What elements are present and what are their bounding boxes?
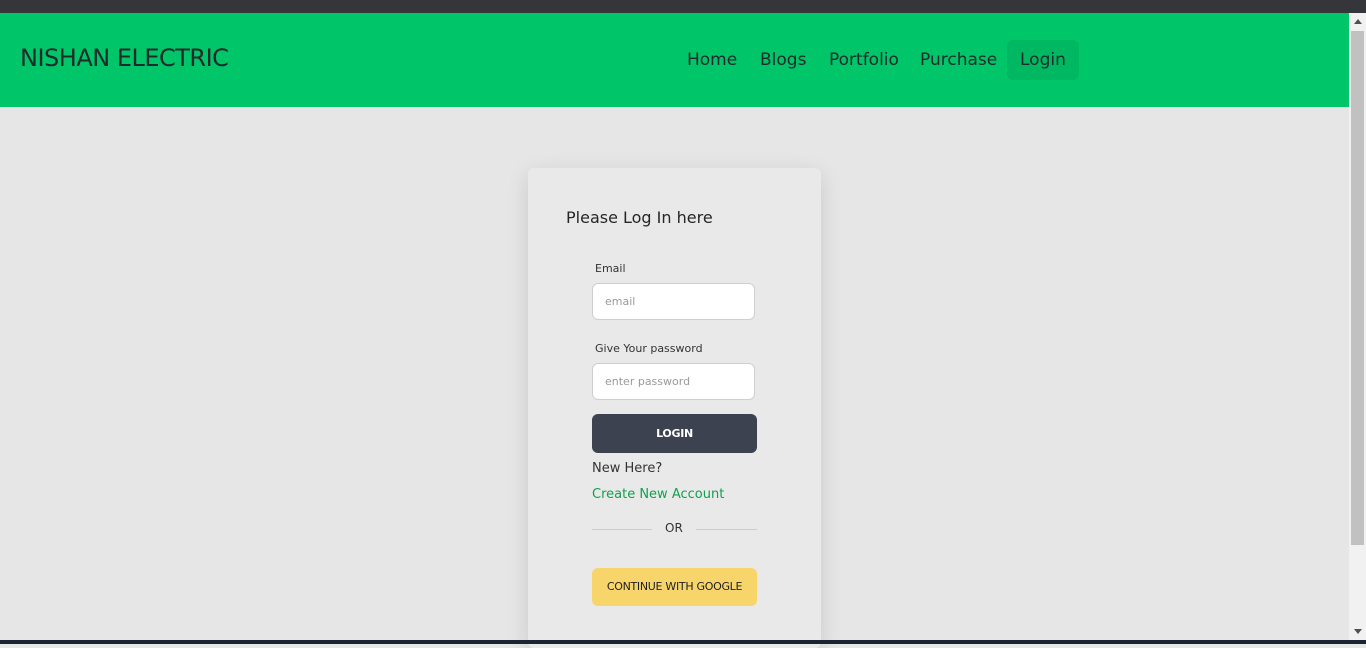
scrollbar-thumb[interactable]	[1351, 31, 1364, 545]
top-navbar: NISHAN ELECTRIC Home Blogs Portfolio Pur…	[0, 13, 1349, 107]
nav-link-home[interactable]: Home	[674, 40, 750, 80]
scroll-up-icon[interactable]	[1354, 19, 1362, 24]
or-divider: OR	[592, 520, 757, 538]
or-divider-text: OR	[665, 521, 683, 535]
password-field[interactable]	[592, 363, 755, 400]
login-card-title: Please Log In here	[566, 208, 713, 227]
new-here-text: New Here?	[592, 461, 663, 476]
divider-line-right	[696, 529, 757, 530]
login-button[interactable]: LOGIN	[592, 414, 757, 453]
continue-with-google-button[interactable]: CONTINUE WITH GOOGLE	[592, 568, 757, 606]
divider-line-left	[592, 529, 652, 530]
login-card: Please Log In here Email Give Your passw…	[528, 168, 821, 648]
brand-logo-text[interactable]: NISHAN ELECTRIC	[20, 44, 229, 72]
password-label: Give Your password	[595, 342, 703, 355]
nav-link-login[interactable]: Login	[1007, 40, 1079, 80]
nav-link-portfolio[interactable]: Portfolio	[816, 40, 912, 80]
page-scrollbar[interactable]	[1349, 13, 1366, 640]
nav-link-purchase[interactable]: Purchase	[907, 40, 1010, 80]
os-taskbar-edge	[0, 640, 1366, 644]
create-account-link[interactable]: Create New Account	[592, 487, 724, 502]
browser-tab-strip	[0, 0, 1366, 13]
email-field[interactable]	[592, 283, 755, 320]
scroll-down-icon[interactable]	[1354, 629, 1362, 634]
email-label: Email	[595, 262, 626, 275]
nav-link-blogs[interactable]: Blogs	[747, 40, 819, 80]
